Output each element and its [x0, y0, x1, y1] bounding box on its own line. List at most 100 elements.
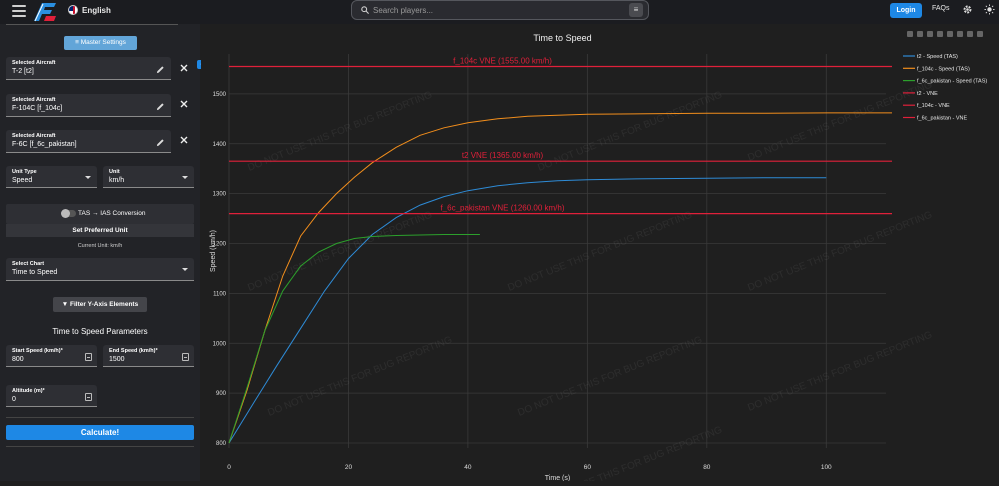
altitude-label: Altitude (m)* [12, 388, 45, 394]
zoom-icon[interactable] [917, 31, 923, 37]
gear-icon[interactable] [962, 4, 973, 15]
aircraft-field-value: T-2 [t2] [12, 68, 34, 75]
faqs-link[interactable]: FAQs [932, 5, 950, 12]
legend-entry: f_6c_pakistan - VNE [917, 116, 967, 122]
remove-aircraft-2-icon[interactable] [180, 100, 188, 108]
vne-label: f_6c_pakistan VNE (1260.00 km/h) [440, 204, 564, 213]
edit-pencil-icon[interactable] [156, 138, 165, 147]
aircraft-field-2[interactable]: Selected Aircraft F-104C [f_104c] [6, 94, 171, 117]
watermark-text: DO NOT USE THIS FOR BUG REPORTING [246, 209, 434, 293]
remove-aircraft-3-icon[interactable] [180, 136, 188, 144]
chart-select-label: Select Chart [12, 261, 45, 267]
x-tick-label: 60 [584, 464, 592, 471]
x-tick-label: 80 [703, 464, 711, 471]
start-speed-input[interactable]: Start Speed (km/h)* 800 [6, 345, 97, 367]
filter-button-label: Filter Y-Axis Elements [70, 301, 139, 308]
start-speed-label: Start Speed (km/h)* [12, 348, 63, 354]
watermark-text: DO NOT USE THIS FOR BUG REPORTING [516, 334, 704, 418]
search-input[interactable]: Search players... [373, 6, 433, 15]
x-tick-label: 100 [821, 464, 832, 471]
legend-entry: f_104c - VNE [917, 103, 950, 109]
edit-pencil-icon[interactable] [156, 102, 165, 111]
watermark-text: DO NOT USE THIS FOR BUG REPORTING [266, 334, 454, 418]
x-tick-label: 20 [345, 464, 353, 471]
x-axis-label: Time (s) [545, 475, 570, 481]
watermark-text: DO NOT USE THIS FOR BUG REPORTING [536, 424, 724, 481]
site-logo[interactable] [32, 1, 58, 23]
vne-label: f_104c VNE (1555.00 km/h) [453, 56, 552, 65]
watermark-text: DO NOT USE THIS FOR BUG REPORTING [746, 79, 934, 163]
set-preferred-unit-button[interactable]: Set Preferred Unit [6, 224, 194, 237]
legend-entry: t2 - Speed (TAS) [917, 54, 958, 60]
end-speed-value: 1500 [109, 356, 125, 363]
aircraft-field-label: Selected Aircraft [12, 133, 56, 139]
filter-y-axis-button[interactable]: ▼ Filter Y-Axis Elements [53, 297, 147, 312]
aircraft-field-value: F-104C [f_104c] [12, 105, 63, 112]
watermark-text: DO NOT USE THIS FOR BUG REPORTING [506, 209, 694, 293]
unit-type-select[interactable]: Unit Type Speed [6, 166, 97, 188]
unit-select[interactable]: Unit km/h [103, 166, 194, 188]
sidebar-divider [6, 24, 178, 25]
calculate-button[interactable]: Calculate! [6, 425, 194, 440]
chart-title: Time to Speed [533, 33, 591, 43]
aircraft-field-label: Selected Aircraft [12, 60, 56, 66]
chart-modebar [907, 31, 999, 40]
legend-entry: f_104c - Speed (TAS) [917, 66, 970, 72]
master-settings-button[interactable]: ≡ Master Settings [64, 36, 137, 50]
zoom-out-icon[interactable] [947, 31, 953, 37]
aircraft-field-1[interactable]: Selected Aircraft T-2 [t2] [6, 57, 171, 80]
camera-icon[interactable] [907, 31, 913, 37]
tas-ias-toggle-label: TAS → IAS Conversion [78, 210, 146, 217]
aircraft-field-value: F-6C [f_6c_pakistan] [12, 141, 77, 148]
stepper-icon[interactable] [85, 393, 92, 401]
watermark-text: DO NOT USE THIS FOR BUG REPORTING [746, 209, 934, 293]
edit-pencil-icon[interactable] [156, 65, 165, 74]
time-to-speed-chart[interactable]: Time to Speed 0 20 40 60 80 100 800 900 1000 1100 1… [201, 24, 999, 486]
stepper-icon[interactable] [85, 353, 92, 361]
chevron-down-icon [182, 176, 188, 179]
stepper-icon[interactable] [182, 353, 189, 361]
pan-icon[interactable] [927, 31, 933, 37]
legend-entry: f_6c_pakistan - Speed (TAS) [917, 79, 987, 85]
unit-value: km/h [109, 177, 125, 184]
login-button[interactable]: Login [890, 3, 922, 18]
vne-label: t2 VNE (1365.00 km/h) [462, 151, 544, 160]
current-unit-text: Current Unit: km/h [77, 243, 123, 249]
chart-select[interactable]: Select Chart Time to Speed [6, 258, 194, 281]
unit-label: Unit [109, 169, 120, 175]
menu-icon[interactable] [12, 5, 26, 17]
chevron-down-icon [182, 268, 188, 271]
remove-aircraft-1-icon[interactable] [180, 64, 188, 72]
end-speed-label: End Speed (km/h)* [109, 348, 158, 354]
unit-type-label: Unit Type [12, 169, 37, 175]
theme-toggle-icon[interactable] [984, 4, 995, 15]
y-axis-label: Speed (km/h) [210, 230, 217, 272]
y-tick-label: 1000 [213, 341, 227, 347]
watermark-text: DO NOT USE THIS FOR BUG REPORTING [746, 329, 934, 413]
y-tick-label: 1400 [213, 142, 227, 148]
language-selector[interactable]: English [68, 5, 111, 15]
divider [6, 417, 194, 418]
chart-area: Time to Speed 0 20 40 60 80 100 800 900 1000 1100 1… [201, 24, 999, 486]
altitude-value: 0 [12, 396, 16, 403]
reset-axes-icon[interactable] [967, 31, 973, 37]
zoom-in-icon[interactable] [937, 31, 943, 37]
plotly-logo-icon[interactable] [977, 31, 983, 37]
chevron-down-icon [85, 176, 91, 179]
chart-select-value: Time to Speed [12, 269, 58, 276]
autoscale-icon[interactable] [957, 31, 963, 37]
aircraft-field-3[interactable]: Selected Aircraft F-6C [f_6c_pakistan] [6, 130, 171, 153]
search-icon [361, 6, 369, 14]
x-tick-label: 40 [464, 464, 472, 471]
master-settings-label: Master Settings [80, 39, 126, 46]
player-search[interactable]: Search players... ≡ [351, 0, 649, 20]
altitude-input[interactable]: Altitude (m)* 0 [6, 385, 97, 407]
end-speed-input[interactable]: End Speed (km/h)* 1500 [103, 345, 194, 367]
unit-type-value: Speed [12, 177, 33, 184]
uk-flag-icon [68, 5, 78, 15]
tas-ias-toggle[interactable] [61, 209, 76, 218]
start-speed-value: 800 [12, 356, 24, 363]
filter-icon: ▼ [61, 301, 71, 308]
search-filter-icon[interactable]: ≡ [629, 3, 643, 17]
y-tick-label: 1500 [213, 92, 227, 98]
